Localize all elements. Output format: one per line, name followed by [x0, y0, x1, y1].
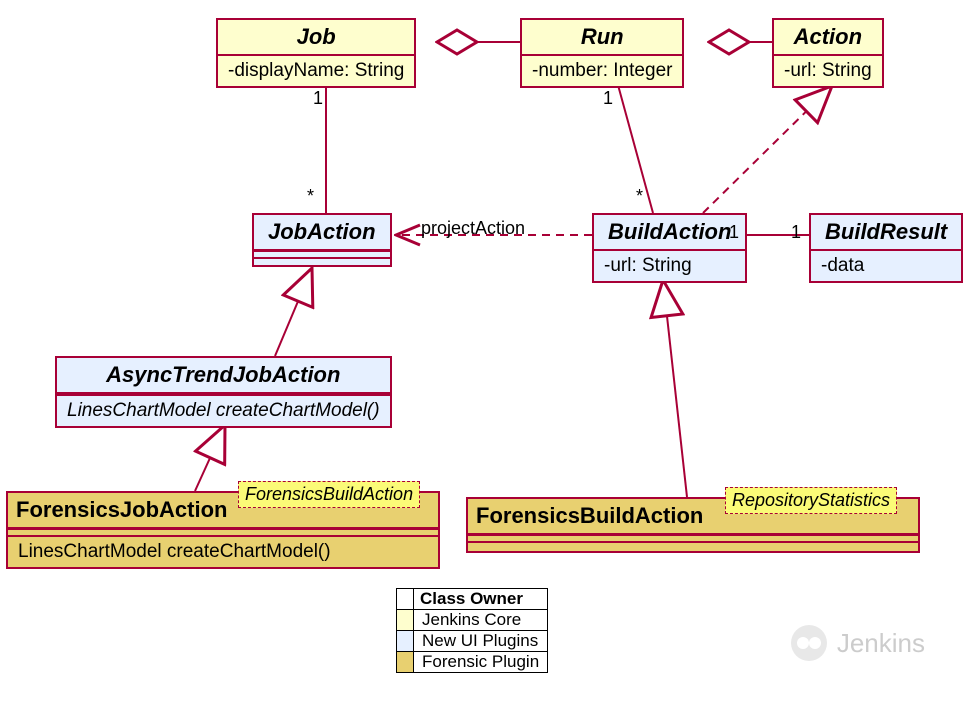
class-title: Run	[522, 20, 682, 56]
legend-label: New UI Plugins	[414, 631, 546, 651]
legend-label: Jenkins Core	[414, 610, 529, 630]
legend-box: Class Owner Jenkins Core New UI Plugins …	[396, 588, 548, 673]
class-title: AsyncTrendJobAction	[57, 358, 390, 394]
note-forensicsbuildaction: ForensicsBuildAction	[238, 481, 420, 508]
watermark-text: Jenkins	[837, 628, 925, 659]
class-action: Action -url: String	[772, 18, 884, 88]
class-attr: -url: String	[594, 251, 745, 281]
legend-title: Class Owner	[414, 589, 529, 609]
class-run: Run -number: Integer	[520, 18, 684, 88]
legend-swatch-forensic	[397, 652, 414, 672]
class-title: BuildAction	[594, 215, 745, 251]
class-job: Job -displayName: String	[216, 18, 416, 88]
class-attr: -number: Integer	[522, 56, 682, 86]
mult-run-one: 1	[603, 88, 613, 109]
class-buildresult: BuildResult -data	[809, 213, 963, 283]
class-attr: -url: String	[774, 56, 882, 86]
note-repositorystatistics: RepositoryStatistics	[725, 487, 897, 514]
class-asynctrendjobaction: AsyncTrendJobAction LinesChartModel crea…	[55, 356, 392, 428]
legend-swatch-header	[397, 589, 414, 609]
mult-job-one: 1	[313, 88, 323, 109]
mult-br-one: 1	[791, 222, 801, 243]
class-title: JobAction	[254, 215, 390, 251]
watermark: Jenkins	[791, 625, 925, 661]
class-jobaction: JobAction	[252, 213, 392, 267]
mult-run-star: *	[636, 186, 643, 207]
legend-swatch-core	[397, 610, 414, 630]
class-title: Job	[218, 20, 414, 56]
label-projectaction: projectAction	[421, 218, 525, 239]
class-op: LinesChartModel createChartModel()	[57, 396, 390, 426]
class-op: LinesChartModel createChartModel()	[8, 537, 438, 567]
legend-swatch-newui	[397, 631, 414, 651]
class-buildaction: BuildAction -url: String	[592, 213, 747, 283]
class-title: BuildResult	[811, 215, 961, 251]
legend-label: Forensic Plugin	[414, 652, 547, 672]
class-attr: -data	[811, 251, 961, 281]
mult-job-star: *	[307, 186, 314, 207]
wechat-icon	[791, 625, 827, 661]
class-attr: -displayName: String	[218, 56, 414, 86]
mult-ba-one: 1	[729, 222, 739, 243]
class-title: Action	[774, 20, 882, 56]
